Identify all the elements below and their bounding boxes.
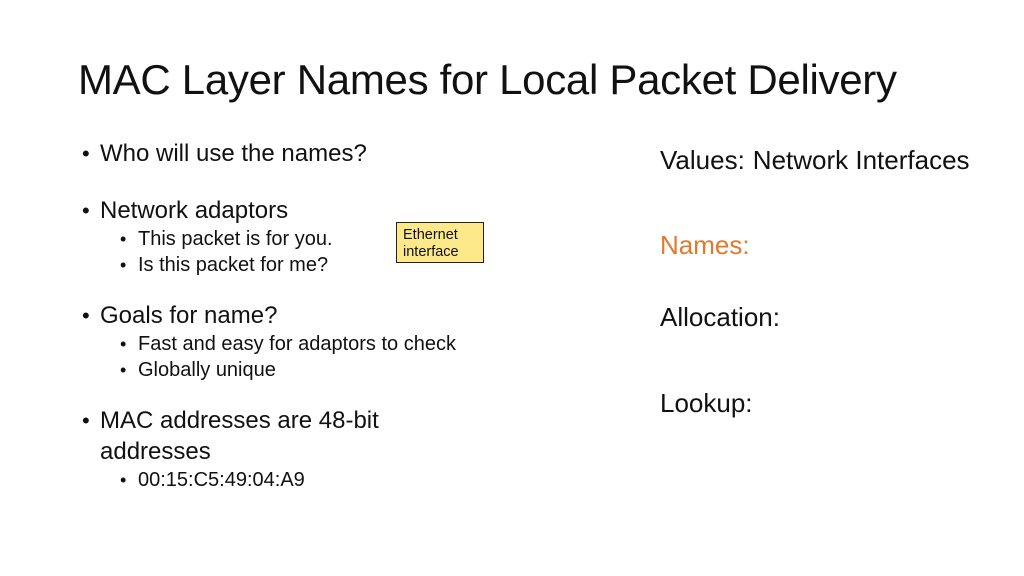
sub-bullet-fast-easy: Fast and easy for adaptors to check (80, 331, 560, 357)
values-row: Values: Network Interfaces (660, 144, 970, 176)
values-text: Network Interfaces (752, 145, 970, 175)
sub-bullet-packet-for-you: This packet is for you. (80, 226, 560, 252)
bullet-list: Who will use the names? Network adaptors… (80, 138, 560, 493)
bullet-mac-addresses: MAC addresses are 48-bit addresses (80, 405, 440, 467)
values-label: Values: (660, 145, 745, 175)
lookup-label: Lookup: (660, 388, 753, 418)
bullet-network-adaptors: Network adaptors (80, 195, 560, 226)
sub-bullet-globally-unique: Globally unique (80, 357, 560, 383)
bullet-who-uses-names: Who will use the names? (80, 138, 560, 169)
allocation-label: Allocation: (660, 302, 780, 332)
ethernet-interface-callout: Ethernet interface (396, 222, 484, 263)
sub-bullet-mac-example: 00:15:C5:49:04:A9 (80, 467, 560, 493)
callout-line-2: interface (403, 244, 459, 260)
names-label: Names: (660, 230, 750, 260)
bullet-goals-for-name: Goals for name? (80, 300, 560, 331)
sub-bullet-packet-for-me: Is this packet for me? (80, 252, 560, 278)
slide-title: MAC Layer Names for Local Packet Deliver… (78, 56, 897, 103)
callout-line-1: Ethernet (403, 227, 458, 243)
